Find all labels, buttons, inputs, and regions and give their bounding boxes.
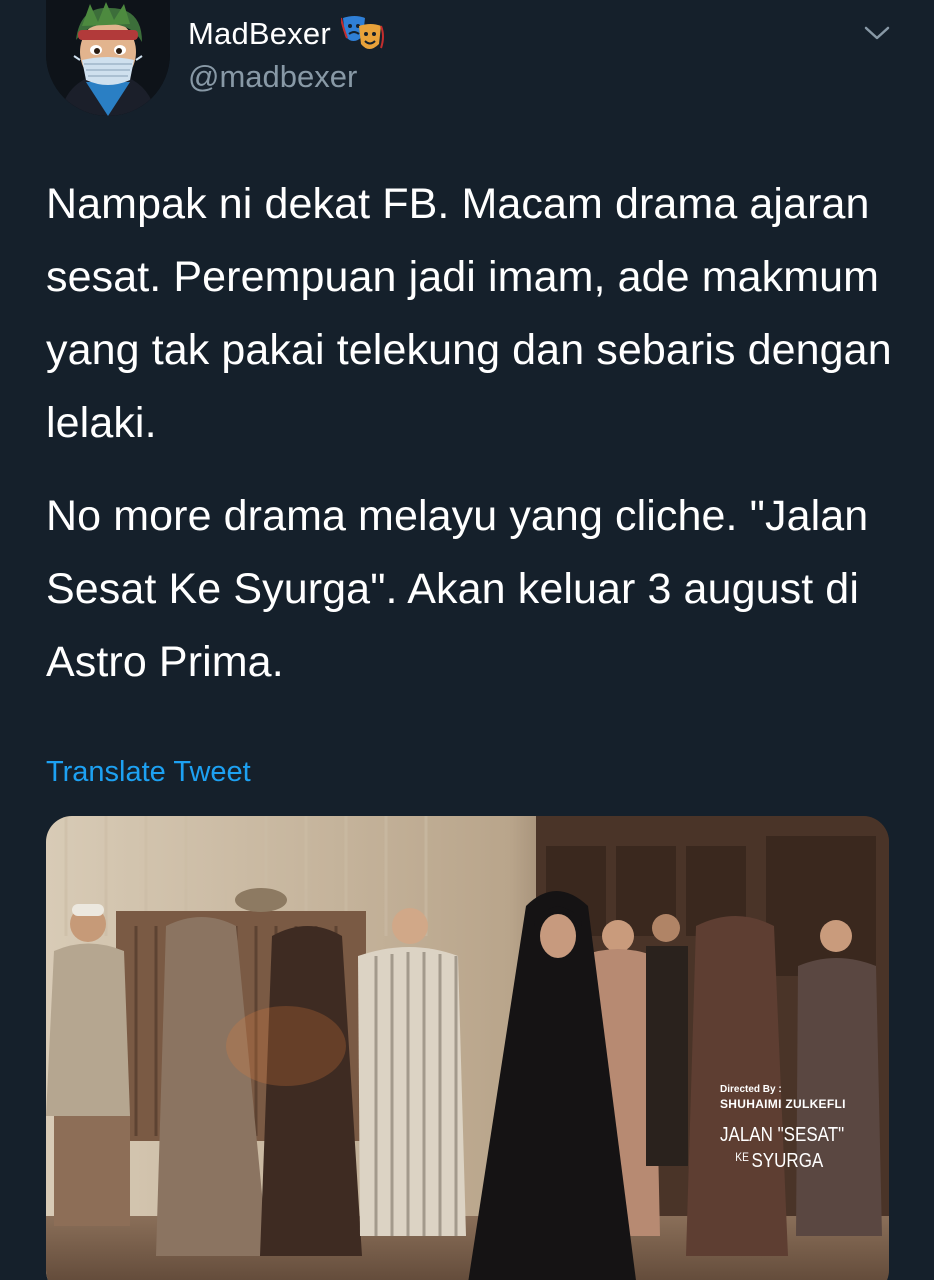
masked-cartoon-avatar-icon <box>46 0 170 116</box>
film-credit: Directed By : SHUHAIMI ZULKEFLI JALAN "S… <box>720 1084 880 1172</box>
tweet-text-paragraph-1: Nampak ni dekat FB. Macam drama ajaran s… <box>46 180 892 447</box>
directed-by-label: Directed By : <box>720 1084 782 1095</box>
theater-masks-icon <box>339 14 385 54</box>
tweet-media-image[interactable]: Directed By : SHUHAIMI ZULKEFLI JALAN "S… <box>46 816 889 1280</box>
display-name[interactable]: MadBexer <box>188 14 385 54</box>
display-name-text: MadBexer <box>188 16 331 51</box>
show-title-line-2: KE SYURGA <box>720 1146 856 1172</box>
tweet-text-paragraph-2: No more drama melayu yang cliche. "Jalan… <box>46 492 869 686</box>
show-title-syurga: SYURGA <box>751 1150 824 1172</box>
show-title-ke: KE <box>735 1150 749 1164</box>
photo-scene-icon <box>46 816 889 1280</box>
avatar[interactable] <box>46 0 170 116</box>
tweet: MadBexer @madbexer Nampak ni dekat FB. M… <box>0 0 934 1280</box>
chevron-down-icon[interactable] <box>862 20 892 44</box>
show-title-line-1: JALAN "SESAT" <box>720 1124 845 1146</box>
translate-tweet-link[interactable]: Translate Tweet <box>46 752 251 792</box>
user-handle[interactable]: @madbexer <box>188 58 357 96</box>
director-name: SHUHAIMI ZULKEFLI <box>720 1097 846 1111</box>
